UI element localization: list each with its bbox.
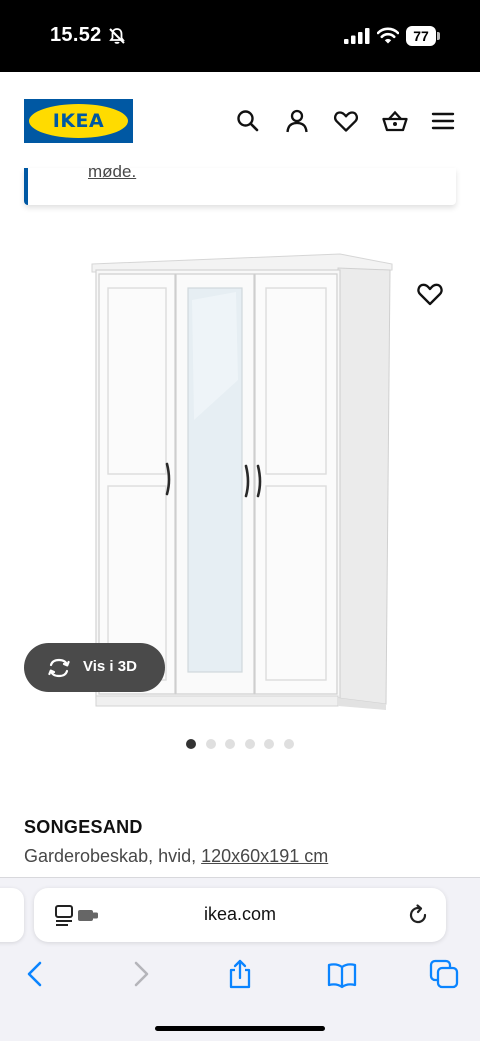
rotate-3d-icon <box>48 658 70 678</box>
tabs-icon[interactable] <box>428 958 460 990</box>
wifi-icon <box>377 27 399 44</box>
logo-text: IKEA <box>52 110 105 132</box>
product-name: SONGESAND <box>24 817 143 837</box>
carousel-dot[interactable] <box>225 739 235 749</box>
search-icon[interactable] <box>235 108 261 134</box>
reload-icon[interactable] <box>406 903 430 927</box>
ikea-logo[interactable]: IKEA <box>24 99 133 143</box>
share-icon[interactable] <box>224 958 256 990</box>
status-time: 15.52 <box>50 24 102 46</box>
carousel-dots <box>186 739 294 749</box>
favorites-icon[interactable] <box>333 108 359 134</box>
battery-icon: 77 <box>406 26 440 46</box>
bookmarks-icon[interactable] <box>326 958 358 990</box>
bell-off-icon <box>109 28 125 44</box>
favorite-icon[interactable] <box>416 280 444 308</box>
site-header: IKEA <box>0 72 480 170</box>
carousel-dot[interactable] <box>283 739 294 749</box>
carousel-dot[interactable] <box>244 739 255 749</box>
product-dimensions-link[interactable]: 120x60x191 cm <box>201 846 328 866</box>
url-text: ikea.com <box>203 904 277 924</box>
account-icon[interactable] <box>284 108 310 134</box>
home-indicator <box>155 1026 325 1031</box>
notice-banner: møde. <box>24 162 456 205</box>
menu-icon[interactable] <box>430 108 456 134</box>
view-3d-button[interactable]: Vis i 3D <box>24 643 165 692</box>
battery-level: 77 <box>406 26 436 46</box>
carousel-dot[interactable] <box>264 739 274 749</box>
notice-link[interactable]: møde. <box>88 162 136 182</box>
previous-tab-peek[interactable] <box>0 888 24 942</box>
basket-icon[interactable] <box>382 108 408 134</box>
address-bar[interactable]: ikea.com <box>34 888 446 942</box>
status-bar: 15.52 77 <box>0 0 480 72</box>
carousel-dot[interactable] <box>186 739 196 749</box>
view-3d-label: Vis i 3D <box>83 658 137 675</box>
carousel-dot[interactable] <box>205 739 216 749</box>
product-description: Garderobeskab, hvid, 120x60x191 cm <box>24 846 328 867</box>
product-type: Garderobeskab, hvid, <box>24 846 197 866</box>
signal-icon <box>344 28 370 44</box>
back-icon[interactable] <box>20 958 52 990</box>
forward-icon[interactable] <box>124 958 156 990</box>
browser-toolbar: ikea.com <box>0 877 480 1041</box>
